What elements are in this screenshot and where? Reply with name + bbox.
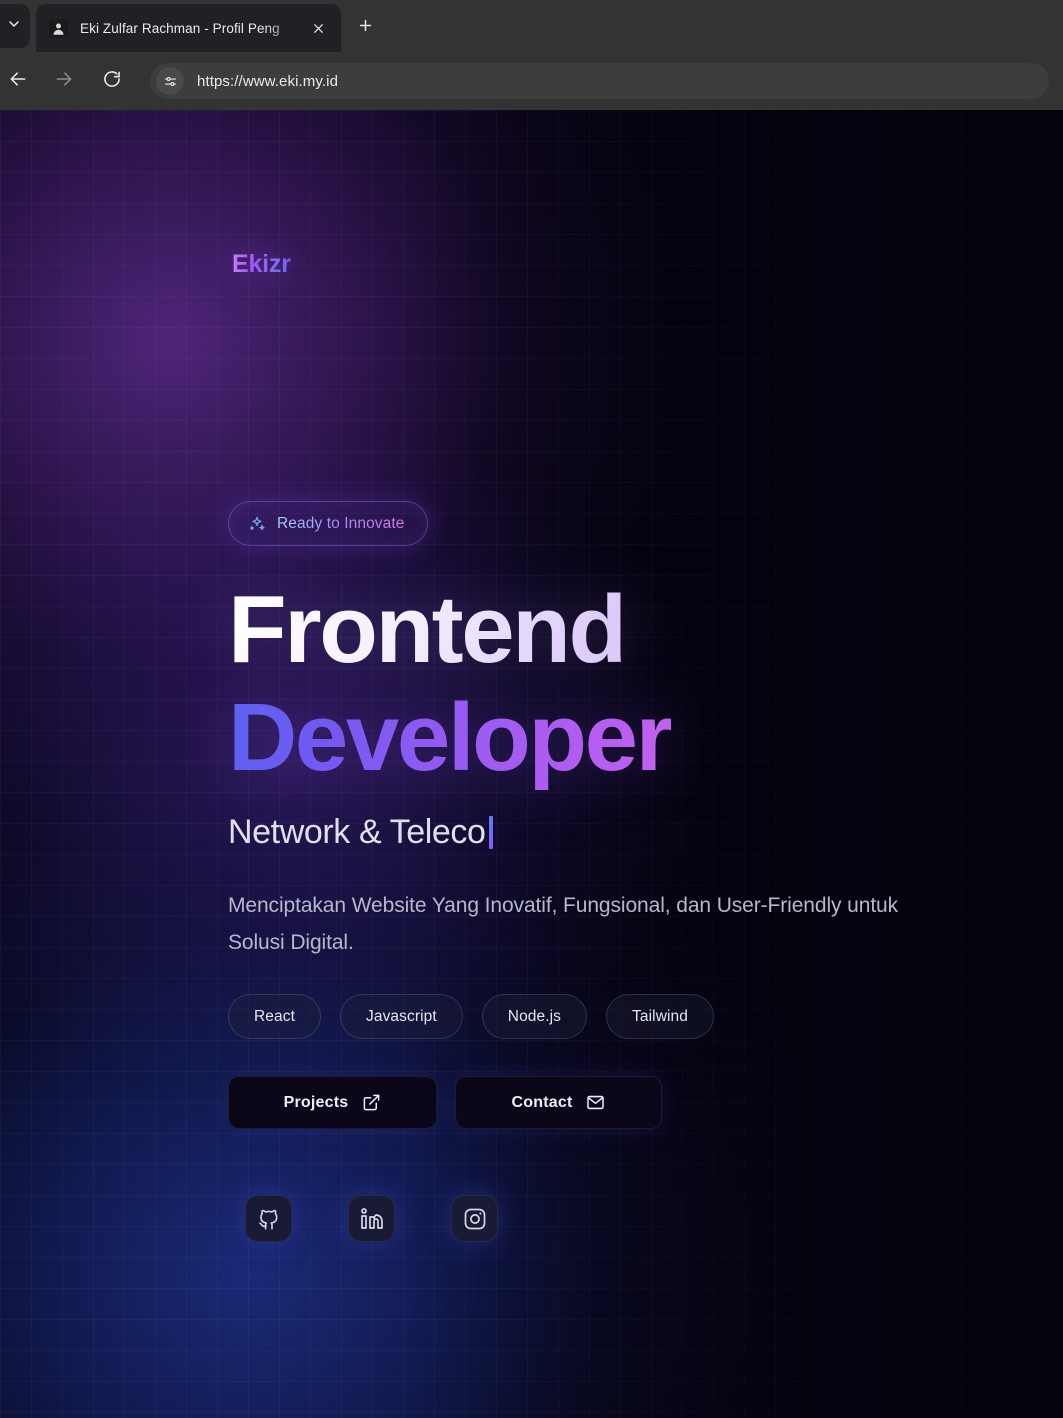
mail-icon [586, 1093, 605, 1112]
tech-pill-tailwind[interactable]: Tailwind [606, 994, 714, 1039]
chevron-down-icon [6, 16, 22, 37]
linkedin-icon [360, 1207, 384, 1231]
github-link[interactable] [245, 1195, 292, 1242]
tech-pill-nodejs[interactable]: Node.js [481, 994, 588, 1039]
address-bar[interactable]: https://www.eki.my.id [150, 63, 1049, 99]
browser-toolbar: https://www.eki.my.id [0, 52, 1063, 110]
headline-line-2: Developer [228, 683, 673, 791]
typing-cursor [488, 816, 493, 849]
github-icon [257, 1207, 281, 1231]
reload-button[interactable] [94, 63, 130, 99]
tech-stack-list: React Javascript Node.js Tailwind [228, 994, 714, 1039]
hero-description: Menciptakan Website Yang Inovatif, Fungs… [228, 894, 899, 954]
status-badge-label: Ready to Innovate [277, 514, 405, 532]
browser-tab-title: Eki Zulfar Rachman - Profil Peng [80, 20, 280, 36]
linkedin-link[interactable] [348, 1195, 395, 1242]
instagram-icon [463, 1207, 487, 1231]
instagram-link[interactable] [451, 1195, 498, 1242]
browser-tab-active[interactable]: Eki Zulfar Rachman - Profil Peng [36, 4, 341, 52]
tech-pill-javascript[interactable]: Javascript [340, 994, 463, 1039]
hero-section: Ekizr Ready to Innovate Frontend Develop… [0, 110, 1063, 1418]
page-title: Frontend Developer [228, 576, 673, 791]
arrow-left-icon [8, 69, 28, 94]
cta-button-row: Projects Contact [228, 1076, 662, 1129]
address-bar-url: https://www.eki.my.id [197, 72, 339, 90]
brand-logo[interactable]: Ekizr [232, 250, 291, 279]
tab-search-button[interactable] [0, 4, 30, 48]
close-icon[interactable] [305, 15, 331, 41]
plus-icon [357, 17, 374, 39]
tech-pill-react[interactable]: React [228, 994, 321, 1039]
tab-strip: Eki Zulfar Rachman - Profil Peng [0, 0, 1063, 52]
projects-button-label: Projects [283, 1093, 349, 1111]
forward-button[interactable] [46, 63, 82, 99]
headline-line-1: Frontend [228, 576, 671, 684]
person-avatar-icon [49, 18, 68, 38]
tune-icon[interactable] [156, 67, 184, 95]
status-badge[interactable]: Ready to Innovate [228, 501, 428, 546]
new-tab-button[interactable] [348, 11, 382, 45]
contact-button[interactable]: Contact [455, 1076, 662, 1129]
external-link-icon [362, 1093, 381, 1112]
social-links [245, 1195, 498, 1242]
back-button[interactable] [0, 63, 36, 99]
projects-button[interactable]: Projects [228, 1076, 437, 1129]
arrow-right-icon [54, 69, 74, 94]
sparkles-icon [248, 515, 266, 533]
browser-chrome: Eki Zulfar Rachman - Profil Peng https:/… [0, 0, 1063, 110]
page-viewport: Ekizr Ready to Innovate Frontend Develop… [0, 110, 1063, 1418]
reload-icon [102, 69, 122, 94]
typed-subtitle-text: Network & Teleco [228, 813, 486, 851]
contact-button-label: Contact [511, 1093, 573, 1111]
typed-subtitle: Network & Teleco [228, 813, 493, 852]
